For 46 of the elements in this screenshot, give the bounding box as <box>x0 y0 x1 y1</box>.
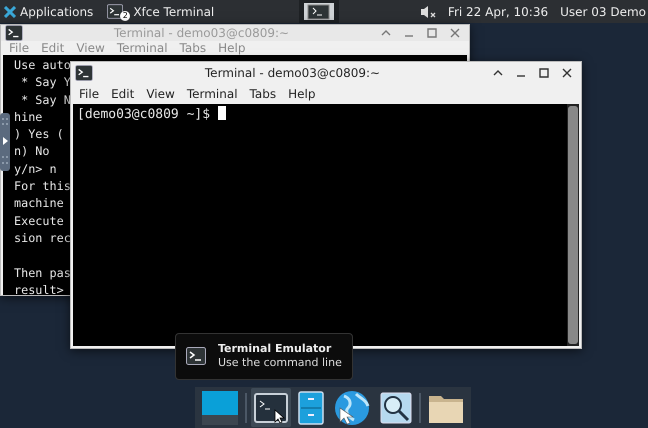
workspace-switcher-icon[interactable] <box>303 2 336 21</box>
terminal-icon <box>75 65 93 81</box>
terminal-line: sion rec <box>14 230 71 245</box>
terminal-line: Use auto <box>14 58 71 72</box>
terminal-line: For this <box>14 179 71 194</box>
user-menu[interactable]: User 03 Demo <box>560 4 646 18</box>
terminal-line: Execute <box>14 214 64 228</box>
window-title: Terminal - demo03@c0809:~ <box>204 66 382 80</box>
menu-item[interactable]: Help <box>282 87 322 101</box>
terminal-icon <box>254 392 288 422</box>
menu-item[interactable]: Edit <box>105 87 140 101</box>
maximize-icon[interactable] <box>538 67 550 79</box>
xfce-logo-icon <box>4 6 16 18</box>
clock[interactable]: Fri 22 Apr, 10:36 <box>448 4 548 18</box>
terminal-line: Then pas <box>14 266 71 280</box>
file-cabinet-icon <box>298 390 324 424</box>
terminal-line: * Say Y <box>20 75 71 90</box>
globe-icon <box>334 390 370 426</box>
scrollbar[interactable] <box>567 104 579 346</box>
terminal-icon <box>186 346 206 364</box>
terminal-line: ) Yes ( <box>14 127 64 142</box>
menu-item[interactable]: Terminal <box>180 87 244 101</box>
tooltip-description: Use the command line <box>218 356 342 369</box>
window-title: Terminal - demo03@c0809:~ <box>112 26 290 40</box>
terminal-line: result> <box>14 282 64 295</box>
terminal-line: [demo03@c0809 ~]$ <box>77 107 212 122</box>
applications-menu[interactable]: Applications <box>0 0 98 23</box>
terminal-line: hine <box>14 110 42 124</box>
terminal-line: n) No <box>14 144 50 158</box>
side-panel-handle-icon[interactable] <box>0 113 10 171</box>
text-cursor <box>218 106 226 120</box>
close-icon[interactable] <box>561 67 573 79</box>
taskbar-button[interactable]: 2 Xfce Terminal <box>103 0 218 23</box>
terminal-line: y/n> n <box>14 162 57 176</box>
menu-item[interactable]: Tabs <box>244 87 282 101</box>
search-icon <box>380 392 412 424</box>
menu-item[interactable]: View <box>140 87 181 101</box>
show-desktop-icon <box>202 390 238 424</box>
muted-speaker-icon[interactable] <box>420 4 436 18</box>
terminal-line: * Say N <box>20 92 71 107</box>
terminal-line: machine <box>14 196 64 210</box>
dock-launcher[interactable] <box>251 388 291 427</box>
terminal-icon <box>5 25 23 41</box>
menu-item[interactable]: File <box>73 87 106 101</box>
window-count-badge: 2 <box>120 11 130 21</box>
terminal-icon <box>107 4 124 19</box>
